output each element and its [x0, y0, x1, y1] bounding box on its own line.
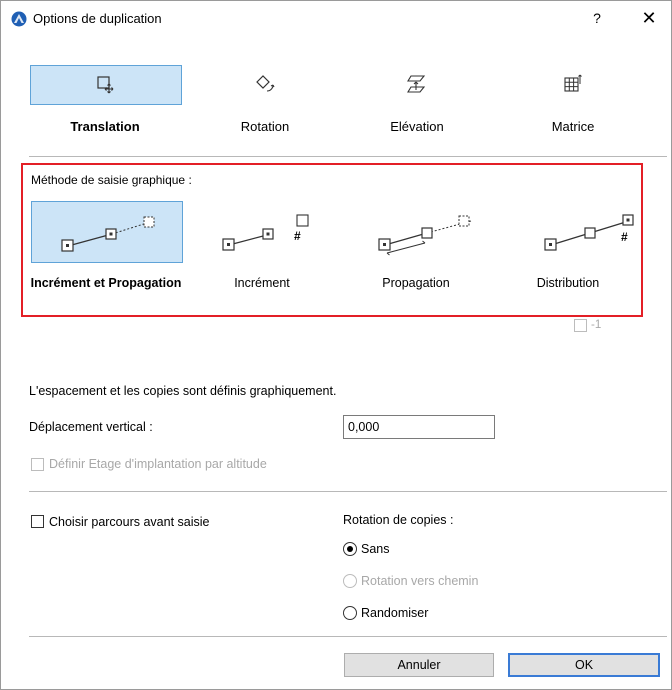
input-method-group: Méthode de saisie graphique : Incrément …: [21, 163, 643, 317]
rotation-none-label: Sans: [361, 542, 390, 556]
minus-one-checkbox[interactable]: [574, 319, 587, 332]
separator: [29, 491, 667, 492]
rotation-path-radio[interactable]: [343, 574, 357, 588]
choose-path-label: Choisir parcours avant saisie: [49, 515, 210, 529]
matrix-icon: [551, 65, 595, 103]
vertical-offset-label: Déplacement vertical :: [29, 420, 153, 434]
define-story-label: Définir Etage d'implantation par altitud…: [49, 457, 267, 471]
method-distribution[interactable]: # Distribution: [489, 201, 641, 311]
choose-path-checkbox[interactable]: [31, 515, 44, 528]
tab-elevation[interactable]: Elévation: [341, 65, 493, 153]
window-title: Options de duplication: [33, 11, 162, 26]
tab-elevation-label: Elévation: [390, 119, 444, 134]
help-button[interactable]: ?: [585, 7, 609, 29]
radio-dot: [347, 546, 353, 552]
info-text: L'espacement et les copies sont définis …: [29, 384, 337, 398]
rotation-random-label: Randomiser: [361, 606, 429, 620]
title-bar: Options de duplication ? ✕: [1, 1, 671, 35]
rotation-path-label: Rotation vers chemin: [361, 574, 479, 588]
tab-translation[interactable]: Translation: [29, 65, 182, 153]
increment-icon: [222, 214, 309, 251]
separator: [29, 636, 667, 637]
define-story-checkbox[interactable]: [31, 458, 44, 471]
increment-propagation-icon: [31, 201, 183, 263]
cancel-button[interactable]: Annuler: [344, 653, 494, 677]
method-increment-propagation-label: Incrément et Propagation: [30, 276, 182, 290]
vertical-offset-input[interactable]: [343, 415, 495, 439]
method-propagation-label: Propagation: [382, 276, 450, 290]
separator: [29, 156, 667, 157]
method-distribution-label: Distribution: [536, 276, 600, 290]
duplication-options-dialog: Options de duplication ? ✕ Translation R…: [0, 0, 672, 690]
propagation-icon: [378, 215, 472, 256]
close-button[interactable]: ✕: [637, 7, 661, 29]
rotation-random-radio[interactable]: [343, 606, 357, 620]
tab-translation-label: Translation: [70, 119, 140, 134]
minus-one-label: -1: [591, 319, 602, 331]
translation-icon: [30, 65, 182, 105]
distribution-count-hash: #: [621, 230, 628, 244]
method-increment-propagation[interactable]: Incrément et Propagation: [27, 201, 183, 311]
elevation-icon: [395, 65, 439, 103]
archicad-icon: [11, 11, 27, 27]
tab-matrix-label: Matrice: [551, 119, 595, 134]
rotation-icon: [243, 65, 287, 103]
tab-rotation[interactable]: Rotation: [189, 65, 341, 153]
increment-count-hash: #: [294, 229, 301, 243]
tab-rotation-label: Rotation: [240, 119, 290, 134]
tab-matrix[interactable]: Matrice: [497, 65, 649, 153]
method-propagation[interactable]: Propagation: [337, 201, 489, 311]
rotation-none-radio[interactable]: [343, 542, 357, 556]
rotation-heading: Rotation de copies :: [343, 513, 454, 527]
ok-button[interactable]: OK: [508, 653, 660, 677]
method-heading: Méthode de saisie graphique :: [31, 173, 192, 187]
method-increment-label: Incrément: [234, 276, 290, 290]
method-increment[interactable]: # Incrément: [183, 201, 335, 311]
